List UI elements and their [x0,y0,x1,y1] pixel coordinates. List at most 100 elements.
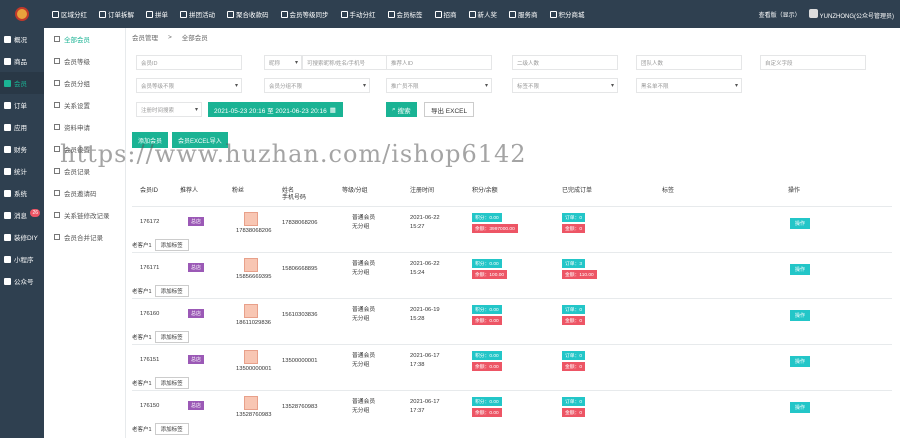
points-badge: 积分：0.00 [472,305,502,314]
subnav-item-1[interactable]: 会员等级 [44,50,125,72]
sidebar-item-7[interactable]: 系统 [0,182,44,204]
breadcrumb-all-members[interactable]: 全部会员 [182,32,208,43]
member-level-select[interactable]: 会员等级不限 [136,78,242,93]
member-id: 176151 [140,357,160,363]
topnav-item-10[interactable]: 服务商 [509,9,538,19]
topnav-label: 会员等级同步 [289,12,329,19]
subnav-item-6[interactable]: 会员记录 [44,160,125,182]
breadcrumb-separator: > [168,33,172,41]
message-count-badge: 26 [30,209,40,217]
tag-select[interactable]: 标签不限 [512,78,618,93]
recommender-tag[interactable]: 总店 [188,217,205,226]
topnav-item-6[interactable]: 手动分红 [340,9,376,19]
sidebar-item-4[interactable]: 应用 [0,116,44,138]
recommender-tag[interactable]: 总店 [188,401,205,410]
member-group: 无分组 [352,408,370,414]
topnav-item-4[interactable]: 聚合收款码 [227,9,269,19]
add-tag-button[interactable]: 添加标签 [154,239,189,251]
add-member-button[interactable]: 添加会员 [132,132,169,148]
member-id: 176160 [140,311,160,317]
sidebar-item-6[interactable]: 统计 [0,160,44,182]
recommender-tag[interactable]: 总店 [188,355,205,364]
column-header-4: 等级/分组 [342,188,368,194]
member-level: 普通会员 [352,353,376,359]
topnav-item-8[interactable]: 招商 [434,9,457,19]
keyword-input[interactable]: 可搜索昵称/姓名/手机号 [302,55,392,70]
topnav-item-5[interactable]: 会员等级同步 [280,9,329,19]
add-tag-button[interactable]: 添加标签 [154,377,189,389]
time-type-select[interactable]: 注册时间搜索 [136,102,202,117]
sidebar-item-11[interactable]: 公众号 [0,270,44,292]
subnav-item-8[interactable]: 关系链修改记录 [44,204,125,226]
operation-button[interactable]: 操作 [790,264,811,275]
list-icon [54,102,60,108]
topnav-item-9[interactable]: 新人奖 [468,9,497,19]
custom-field-input[interactable]: 自定义字段 [760,55,866,70]
operation-button[interactable]: 操作 [790,310,811,321]
topnav-item-3[interactable]: 拼团活动 [180,9,215,19]
recommender-tag[interactable]: 总店 [188,309,205,318]
operation-button[interactable]: 操作 [790,218,811,229]
subnav-item-5[interactable]: 会员设置 [44,138,125,160]
breadcrumb-member-manage[interactable]: 会员管理 [132,32,158,43]
sidebar-item-3[interactable]: 订单 [0,94,44,116]
recommender-tag[interactable]: 总店 [188,263,205,272]
sidebar-item-0[interactable]: 概况 [0,28,44,50]
level2-count-input[interactable]: 二级人数 [512,55,618,70]
subnav-item-4[interactable]: 资料申请 [44,116,125,138]
points-badge: 积分：0.00 [472,397,502,406]
top-bar: 区域分红 订单拆解 拼单 拼团活动 聚合收款码 会员等级同步 手动分红 会员标签 招商 新人奖 服务… [0,0,900,28]
topnav-item-1[interactable]: 订单拆解 [99,9,134,19]
sidebar: 概况 商品 会员 订单 应用 财务 统计 系统 消息 26 装修DIY 小程序 公众号 [0,28,44,438]
add-tag-button[interactable]: 添加标签 [154,331,189,343]
wechat-icon [4,277,11,285]
topnav-item-2[interactable]: 拼单 [146,9,168,19]
operation-button[interactable]: 操作 [790,356,811,367]
blacklist-select[interactable]: 黑名单不限 [636,78,742,93]
list-icon [54,190,60,196]
column-header-2: 粉丝 [232,188,245,194]
operation-button[interactable]: 操作 [790,402,811,413]
subnav-item-7[interactable]: 会员邀请码 [44,182,125,204]
topnav-item-7[interactable]: 会员标签 [387,9,423,19]
member-group-select[interactable]: 会员分组不限 [264,78,370,93]
add-tag-button[interactable]: 添加标签 [154,423,189,435]
date-range-picker[interactable]: 2021-05-23 20:16 至 2021-06-23 20:16 ▦ [208,102,343,117]
money-icon [340,10,348,18]
export-excel-button[interactable]: 导出 EXCEL [424,102,475,117]
topnav-label: 拼单 [155,12,168,19]
subnav-item-0[interactable]: 全部会员 [44,28,125,50]
member-phone: 13528760983 [282,404,318,410]
subnav-item-2[interactable]: 会员分组 [44,72,125,94]
gift-icon [549,10,557,18]
subnav-item-9[interactable]: 会员合并记录 [44,226,125,248]
bag-icon [146,10,153,18]
topnav-label: 招商 [443,12,457,19]
stats-icon [4,167,11,175]
add-tag-button[interactable]: 添加标签 [154,285,189,297]
clock-icon [99,10,106,18]
sidebar-item-10[interactable]: 小程序 [0,248,44,270]
topnav-item-11[interactable]: 积分商城 [549,9,585,19]
view-toggle[interactable]: 查看版（显示） [759,10,801,19]
nickname-select[interactable]: 昵称 [264,55,302,70]
fan-phone: 13500000001 [236,366,272,372]
sidebar-item-1[interactable]: 商品 [0,50,44,72]
member-phone: 15610303836 [282,312,318,318]
sidebar-item-5[interactable]: 财务 [0,138,44,160]
import-excel-button[interactable]: 会员EXCEL导入 [172,132,228,148]
user-menu[interactable]: YUNZHONG(公众号管理员) [808,8,894,20]
logo[interactable] [0,0,44,28]
search-button[interactable]: ⌕ 搜索 [386,102,417,117]
recommender-id-input[interactable]: 推荐人ID [386,55,492,70]
subnav-item-3[interactable]: 关系设置 [44,94,125,116]
team-count-input[interactable]: 团队人数 [636,55,742,70]
member-id-input[interactable]: 会员ID [136,55,242,70]
topnav-item-0[interactable]: 区域分红 [52,9,87,19]
group-icon [180,10,187,18]
list-icon [54,234,60,240]
promoter-select[interactable]: 推广员不限 [386,78,492,93]
sidebar-item-8[interactable]: 消息 26 [0,204,44,226]
sidebar-item-2[interactable]: 会员 [0,72,44,94]
sidebar-item-9[interactable]: 装修DIY [0,226,44,248]
